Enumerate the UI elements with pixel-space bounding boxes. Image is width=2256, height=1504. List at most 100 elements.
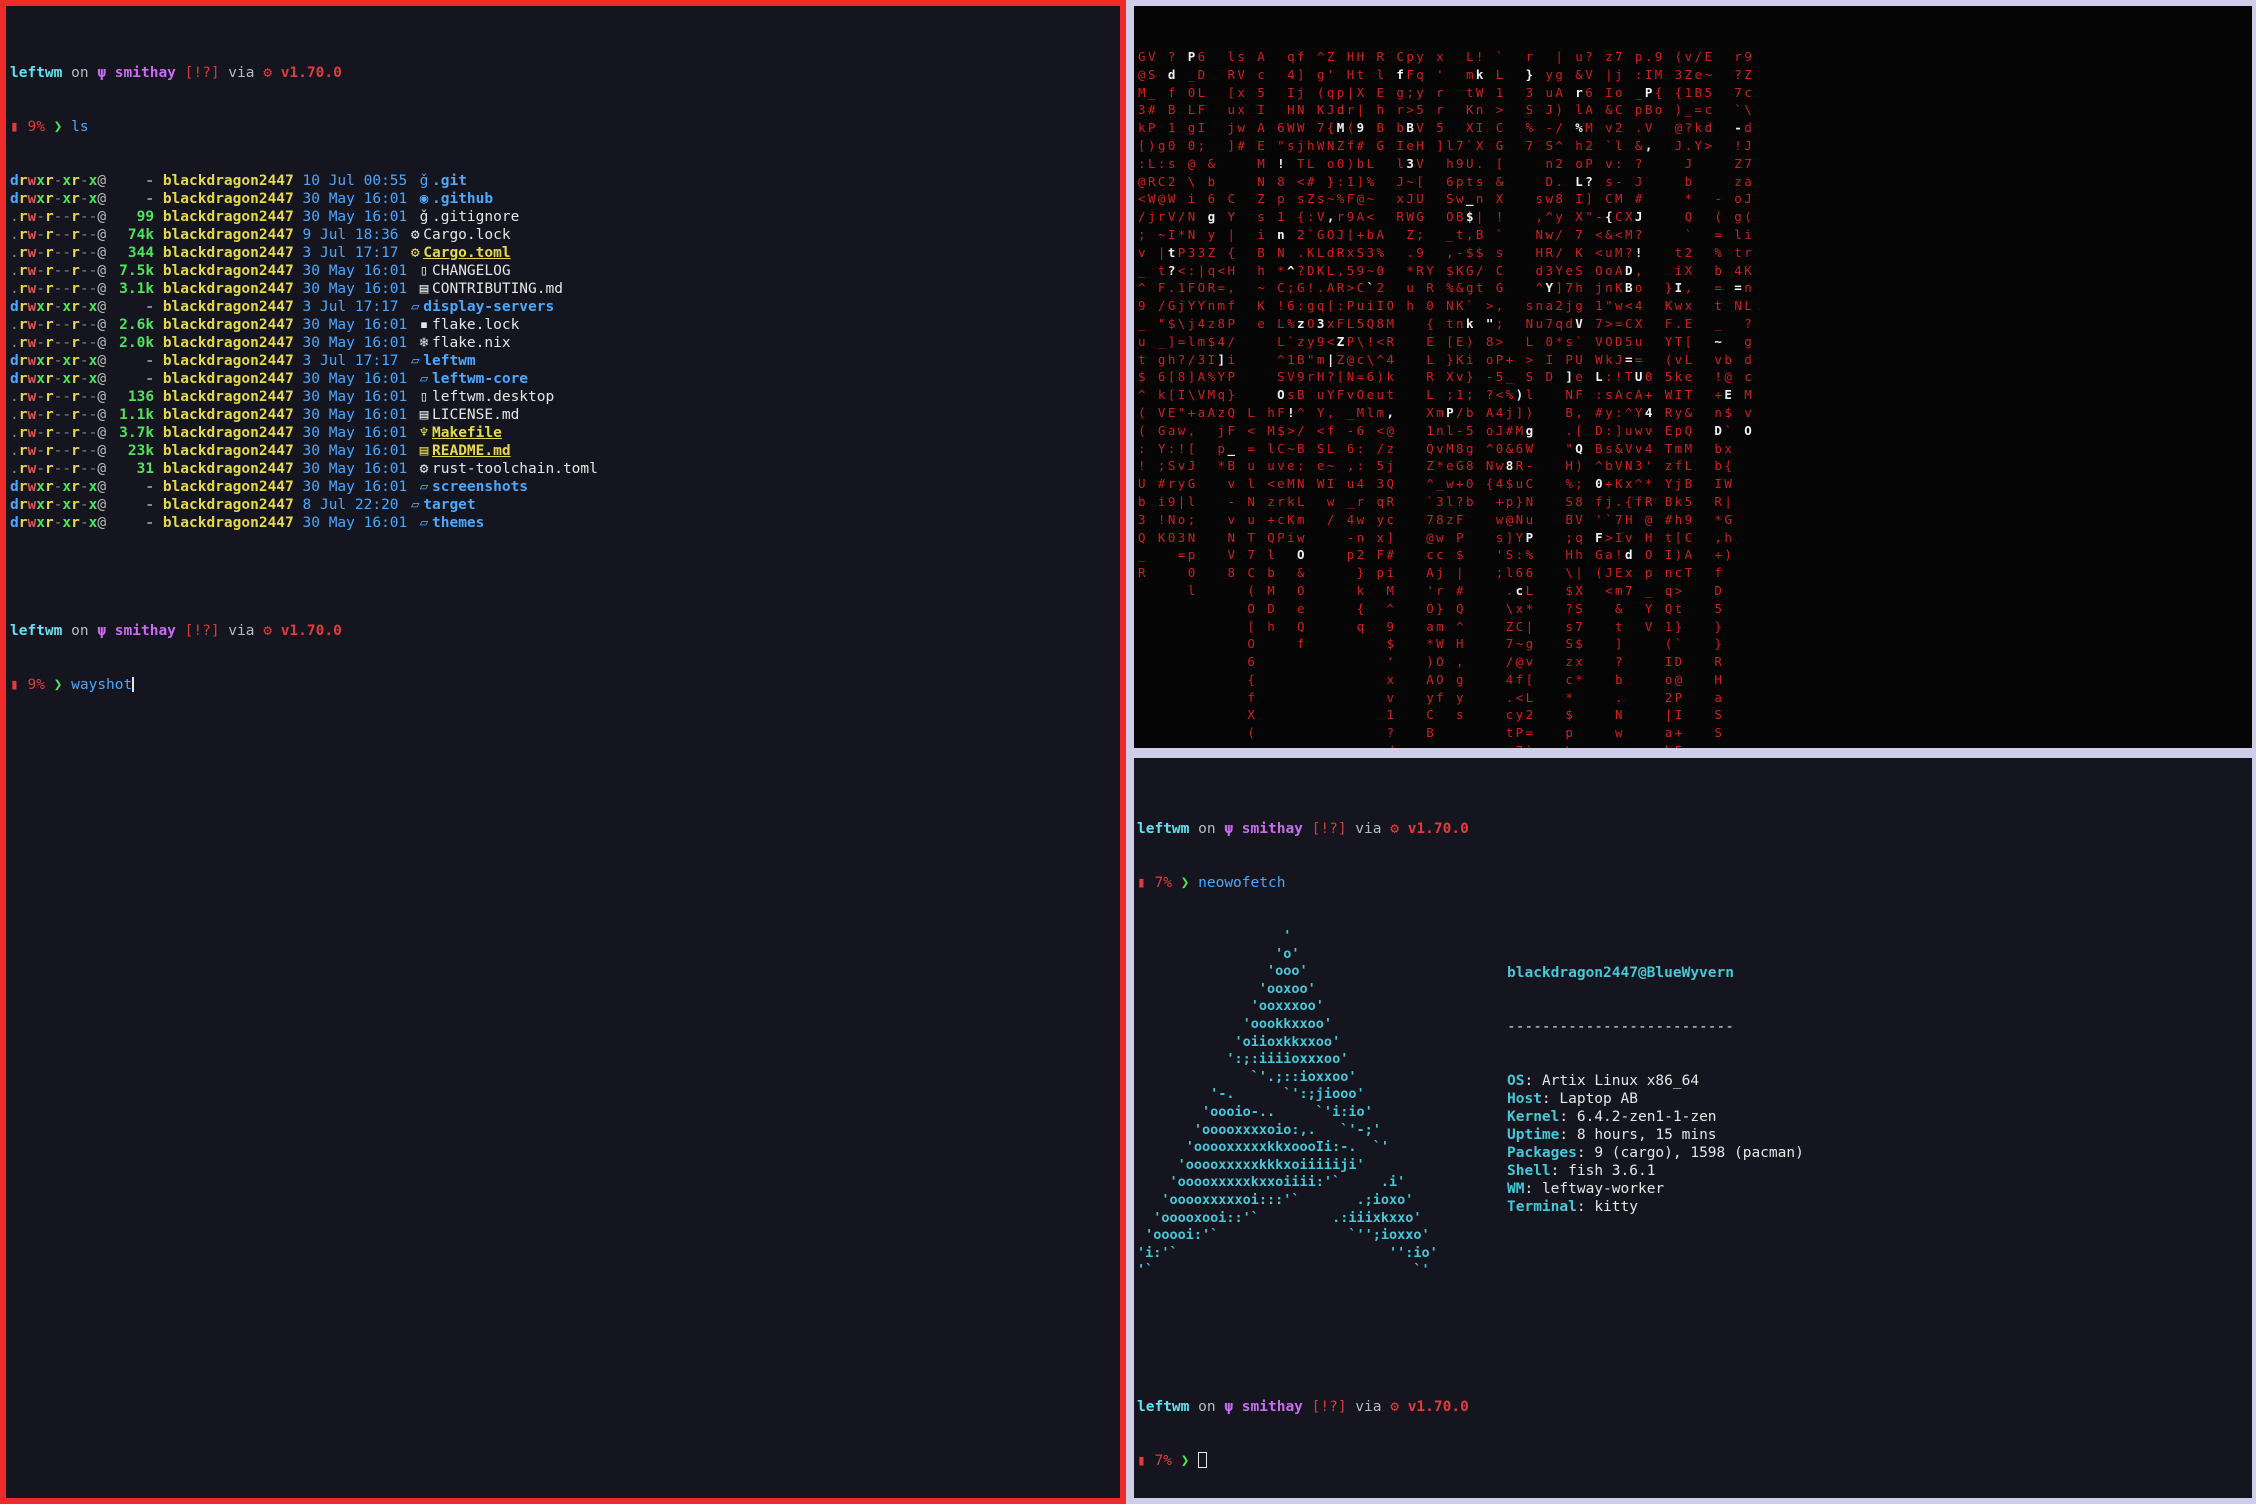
info-row: Host: Laptop AB: [1507, 1090, 1804, 1108]
file-name[interactable]: Makefile: [432, 425, 502, 441]
prompt-on: on: [1198, 821, 1216, 837]
file-name[interactable]: LICENSE.md: [432, 407, 519, 423]
logo-line: 'ooooxxxxoio:,. `'-;': [1137, 1121, 1381, 1138]
prompt-rust-version: v1.70.0: [1407, 1399, 1469, 1415]
system-info: blackdragon2447@BlueWyvern -------------…: [1507, 928, 1804, 1252]
prompt-line: leftwm on ψ smithay [!?] via ⚙ v1.70.0: [1137, 1398, 2252, 1416]
readme-icon: ▤: [419, 443, 429, 459]
ls-row: .rw-r--r--@ 136 blackdragon2447 30 May 16…: [10, 388, 1120, 406]
ls-row: .rw-r--r--@ 2.0k blackdragon2447 30 May 1…: [10, 334, 1120, 352]
file-name[interactable]: target: [423, 497, 475, 513]
prompt-rust-version: v1.70.0: [1407, 821, 1469, 837]
file-name[interactable]: leftwm.desktop: [432, 389, 554, 405]
command-line-input[interactable]: ▮ 9% ❯ wayshot: [10, 676, 1120, 694]
battery-icon: ▮: [1137, 1453, 1146, 1469]
permissions: .rw-r--r--@: [10, 389, 107, 405]
file-name[interactable]: Cargo.lock: [423, 227, 510, 243]
ls-listing: drwxr-xr-x@ - blackdragon2447 10 Jul 00:5…: [10, 172, 1120, 532]
prompt-via: via: [1355, 821, 1382, 837]
prompt-on: on: [71, 623, 89, 639]
prompt-directory: leftwm: [10, 623, 63, 639]
file-name[interactable]: themes: [432, 515, 484, 531]
file-size: 2.6k: [119, 317, 155, 333]
file-name[interactable]: .github: [432, 191, 493, 207]
gear-icon: ⚙: [419, 461, 429, 477]
ls-row: drwxr-xr-x@ - blackdragon2447 10 Jul 00:5…: [10, 172, 1120, 190]
battery-level: 7%: [1154, 1453, 1172, 1469]
battery-icon: ▮: [10, 119, 19, 135]
file-owner: blackdragon2447: [162, 191, 294, 207]
file-size: -: [145, 371, 155, 387]
file-name[interactable]: .git: [432, 173, 467, 189]
file-owner: blackdragon2447: [162, 317, 294, 333]
user-host: blackdragon2447@BlueWyvern: [1507, 965, 1734, 981]
file-size: -: [145, 173, 155, 189]
info-key: Host: [1507, 1091, 1542, 1107]
prompt-branch: smithay: [114, 623, 176, 639]
file-name[interactable]: README.md: [432, 443, 511, 459]
file-name[interactable]: CONTRIBUTING.md: [432, 281, 563, 297]
ls-row: .rw-r--r--@ 3.7k blackdragon2447 30 May 1…: [10, 424, 1120, 442]
file-name[interactable]: screenshots: [432, 479, 528, 495]
permissions: .rw-r--r--@: [10, 317, 107, 333]
file-owner: blackdragon2447: [162, 353, 294, 369]
folder-icon: ▱: [410, 353, 420, 369]
info-colon: :: [1524, 1181, 1542, 1197]
info-key: OS: [1507, 1073, 1525, 1089]
file-owner: blackdragon2447: [162, 497, 294, 513]
rust-icon: ⚙: [410, 227, 420, 243]
file-icon: ▯: [419, 389, 429, 405]
permissions: .rw-r--r--@: [10, 443, 107, 459]
prompt-arrow: ❯: [1180, 1453, 1190, 1469]
command-input-text[interactable]: wayshot: [71, 677, 132, 693]
info-colon: :: [1576, 1199, 1595, 1215]
battery-icon: ▮: [1137, 875, 1146, 891]
prompt-arrow: ❯: [1180, 875, 1190, 891]
branch-icon: ψ: [97, 623, 107, 639]
file-name[interactable]: flake.lock: [432, 317, 519, 333]
file-owner: blackdragon2447: [162, 335, 294, 351]
file-name[interactable]: rust-toolchain.toml: [432, 461, 598, 477]
info-colon: :: [1576, 1145, 1595, 1161]
permissions: .rw-r--r--@: [10, 461, 107, 477]
logo-line: 'o': [1137, 945, 1300, 962]
terminal-window-fetch[interactable]: leftwm on ψ smithay [!?] via ⚙ v1.70.0 ▮…: [1134, 758, 2252, 1498]
file-date: 3 Jul 17:17: [302, 353, 399, 369]
rust-icon: ⚙: [1390, 821, 1399, 837]
file-name[interactable]: display-servers: [423, 299, 554, 315]
command-line-input[interactable]: ▮ 7% ❯: [1137, 1452, 2252, 1470]
file-name[interactable]: leftwm-core: [432, 371, 528, 387]
prompt-branch: smithay: [1241, 1399, 1303, 1415]
permissions: .rw-r--r--@: [10, 245, 107, 261]
ls-row: .rw-r--r--@ 23k blackdragon2447 30 May 16…: [10, 442, 1120, 460]
logo-line: `'.;::ioxxoo': [1137, 1068, 1357, 1085]
file-size: 3.7k: [119, 425, 155, 441]
permissions: drwxr-xr-x@: [10, 191, 107, 207]
ls-row: .rw-r--r--@ 1.1k blackdragon2447 30 May 1…: [10, 406, 1120, 424]
info-key: WM: [1507, 1181, 1525, 1197]
file-name[interactable]: flake.nix: [432, 335, 511, 351]
prompt-git-status: [!?]: [1311, 821, 1347, 837]
info-row: Uptime: 8 hours, 15 mins: [1507, 1126, 1804, 1144]
matrix-rain: GV ? P6 ls A qf ^Z HH R Cpy x L! ` r | u…: [1138, 49, 1755, 748]
file-owner: blackdragon2447: [162, 371, 294, 387]
git-icon: ǧ: [419, 209, 429, 225]
logo-line: 'ooooxxxxxkxxoiiii:'` .i': [1137, 1174, 1406, 1191]
file-name[interactable]: Cargo.toml: [423, 245, 510, 261]
ls-row: drwxr-xr-x@ - blackdragon2447 30 May 16:0…: [10, 370, 1120, 388]
file-name[interactable]: .gitignore: [432, 209, 519, 225]
file-owner: blackdragon2447: [162, 407, 294, 423]
terminal-window-matrix[interactable]: GV ? P6 ls A qf ^Z HH R Cpy x L! ` r | u…: [1134, 6, 2252, 748]
logo-line: 'oiioxkkxxoo': [1137, 1033, 1341, 1050]
terminal-window-left[interactable]: leftwm on ψ smithay [!?] via ⚙ v1.70.0 ▮…: [0, 0, 1126, 1504]
file-name[interactable]: CHANGELOG: [432, 263, 511, 279]
file-date: 9 Jul 18:36: [302, 227, 399, 243]
prompt-directory: leftwm: [10, 65, 63, 81]
file-name[interactable]: leftwm: [423, 353, 475, 369]
file-date: 30 May 16:01: [302, 407, 408, 423]
file-size: -: [145, 515, 155, 531]
info-key: Uptime: [1507, 1127, 1560, 1143]
file-size: 31: [136, 461, 155, 477]
lock-icon: ▪: [419, 317, 429, 333]
file-date: 3 Jul 17:17: [302, 245, 399, 261]
